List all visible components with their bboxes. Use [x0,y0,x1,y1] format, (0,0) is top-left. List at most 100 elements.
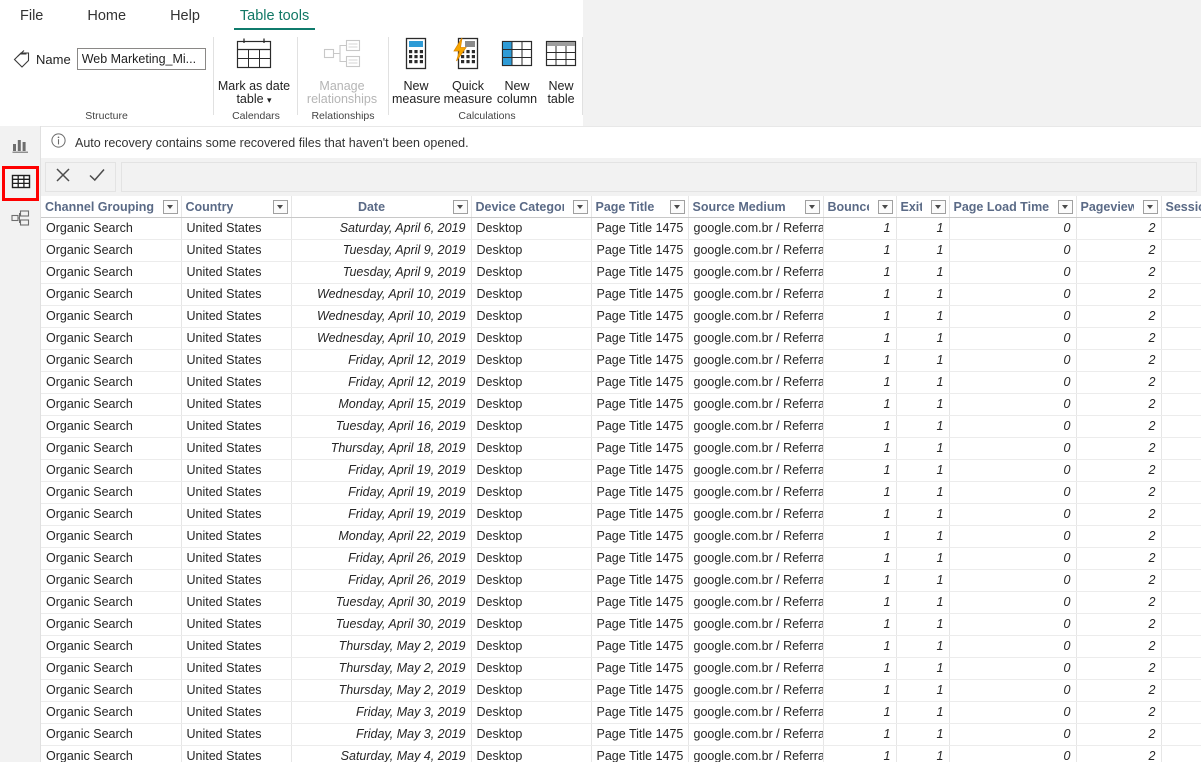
cell-exits[interactable]: 1 [896,327,950,350]
cell-channel_grouping[interactable]: Organic Search [41,525,182,548]
table-row[interactable]: Organic Search United States Thursday, Apr… [41,437,1201,460]
cell-pageviews[interactable]: 2 [1076,635,1162,658]
cell-channel_grouping[interactable]: Organic Search [41,415,182,438]
cell-bounces[interactable]: 1 [823,591,897,614]
cell-country[interactable]: United States [181,393,292,416]
cell-sessions[interactable]: 3 [1161,723,1201,746]
cell-country[interactable]: United States [181,547,292,570]
cell-pageviews[interactable]: 2 [1076,481,1162,504]
cell-pageviews[interactable]: 2 [1076,613,1162,636]
tab-table-tools[interactable]: Table tools [233,8,316,31]
cell-source_medium[interactable]: google.com.br / Referral [688,415,824,438]
cell-source_medium[interactable]: google.com.br / Referral [688,525,824,548]
cell-bounces[interactable]: 1 [823,481,897,504]
cell-page_title[interactable]: Page Title 1475 [591,217,689,240]
cell-bounces[interactable]: 1 [823,371,897,394]
cell-sessions[interactable]: 3 [1161,657,1201,680]
cell-pageviews[interactable]: 2 [1076,723,1162,746]
cell-sessions[interactable]: 3 [1161,415,1201,438]
cell-exits[interactable]: 1 [896,239,950,262]
cell-bounces[interactable]: 1 [823,349,897,372]
cell-device_category[interactable]: Desktop [471,283,592,306]
cell-device_category[interactable]: Desktop [471,525,592,548]
cell-channel_grouping[interactable]: Organic Search [41,745,182,762]
chevron-down-icon[interactable] [1142,199,1158,214]
cell-exits[interactable]: 1 [896,415,950,438]
table-row[interactable]: Organic Search United States Wednesday, Ap… [41,327,1201,350]
cell-device_category[interactable]: Desktop [471,261,592,284]
cell-device_category[interactable]: Desktop [471,679,592,702]
sidebar-item-report-view[interactable] [4,132,37,163]
cell-channel_grouping[interactable]: Organic Search [41,569,182,592]
cell-page_load_time[interactable]: 0 [949,481,1077,504]
cell-channel_grouping[interactable]: Organic Search [41,239,182,262]
cell-page_load_time[interactable]: 0 [949,701,1077,724]
cell-date[interactable]: Friday, April 26, 2019 [291,547,472,570]
table-row[interactable]: Organic Search United States Wednesday, Ap… [41,305,1201,328]
cell-country[interactable]: United States [181,503,292,526]
cell-channel_grouping[interactable]: Organic Search [41,547,182,570]
cell-device_category[interactable]: Desktop [471,591,592,614]
cell-page_title[interactable]: Page Title 1475 [591,657,689,680]
cell-country[interactable]: United States [181,635,292,658]
cell-device_category[interactable]: Desktop [471,459,592,482]
cell-date[interactable]: Tuesday, April 9, 2019 [291,239,472,262]
cell-source_medium[interactable]: google.com.br / Referral [688,217,824,240]
cell-bounces[interactable]: 1 [823,679,897,702]
cell-country[interactable]: United States [181,283,292,306]
table-row[interactable]: Organic Search United States Thursday, May… [41,635,1201,658]
cell-device_category[interactable]: Desktop [471,393,592,416]
cell-country[interactable]: United States [181,657,292,680]
cell-pageviews[interactable]: 2 [1076,415,1162,438]
table-row[interactable]: Organic Search United States Friday, April… [41,503,1201,526]
sidebar-item-data-view[interactable] [2,166,39,201]
new-measure-button[interactable]: New measure [392,37,441,107]
cell-country[interactable]: United States [181,569,292,592]
cell-page_load_time[interactable]: 0 [949,679,1077,702]
cell-date[interactable]: Monday, April 22, 2019 [291,525,472,548]
cell-date[interactable]: Saturday, May 4, 2019 [291,745,472,762]
chevron-down-icon[interactable] [877,199,893,214]
cell-pageviews[interactable]: 2 [1076,349,1162,372]
cell-bounces[interactable]: 1 [823,261,897,284]
table-row[interactable]: Organic Search United States Friday, April… [41,481,1201,504]
cell-page_title[interactable]: Page Title 1475 [591,327,689,350]
cell-bounces[interactable]: 1 [823,217,897,240]
cell-source_medium[interactable]: google.com.br / Referral [688,503,824,526]
cell-channel_grouping[interactable]: Organic Search [41,613,182,636]
cell-exits[interactable]: 1 [896,635,950,658]
cell-page_load_time[interactable]: 0 [949,239,1077,262]
cell-pageviews[interactable]: 2 [1076,305,1162,328]
cell-date[interactable]: Wednesday, April 10, 2019 [291,305,472,328]
manage-relationships-button[interactable]: Manage relationships [300,37,384,107]
cell-sessions[interactable]: 3 [1161,459,1201,482]
cell-bounces[interactable]: 1 [823,613,897,636]
cell-source_medium[interactable]: google.com.br / Referral [688,635,824,658]
cell-bounces[interactable]: 1 [823,437,897,460]
cell-sessions[interactable]: 3 [1161,569,1201,592]
cell-channel_grouping[interactable]: Organic Search [41,459,182,482]
table-row[interactable]: Organic Search United States Friday, April… [41,569,1201,592]
table-row[interactable]: Organic Search United States Friday, April… [41,371,1201,394]
cell-bounces[interactable]: 1 [823,723,897,746]
cell-exits[interactable]: 1 [896,459,950,482]
cell-page_title[interactable]: Page Title 1475 [591,393,689,416]
cell-bounces[interactable]: 1 [823,635,897,658]
tab-file[interactable]: File [20,8,43,31]
new-table-button[interactable]: New table [540,37,582,107]
cell-exits[interactable]: 1 [896,481,950,504]
cell-exits[interactable]: 1 [896,679,950,702]
cell-pageviews[interactable]: 2 [1076,503,1162,526]
cell-exits[interactable]: 1 [896,701,950,724]
cell-page_load_time[interactable]: 0 [949,503,1077,526]
cell-date[interactable]: Thursday, April 18, 2019 [291,437,472,460]
formula-input[interactable] [121,162,1197,192]
column-header-channel_grouping[interactable]: Channel Grouping [41,196,182,218]
cell-sessions[interactable]: 3 [1161,327,1201,350]
cell-channel_grouping[interactable]: Organic Search [41,657,182,680]
cell-date[interactable]: Tuesday, April 30, 2019 [291,591,472,614]
chevron-down-icon[interactable] [452,199,468,214]
cell-source_medium[interactable]: google.com.br / Referral [688,591,824,614]
cell-page_title[interactable]: Page Title 1475 [591,745,689,762]
cell-page_load_time[interactable]: 0 [949,547,1077,570]
